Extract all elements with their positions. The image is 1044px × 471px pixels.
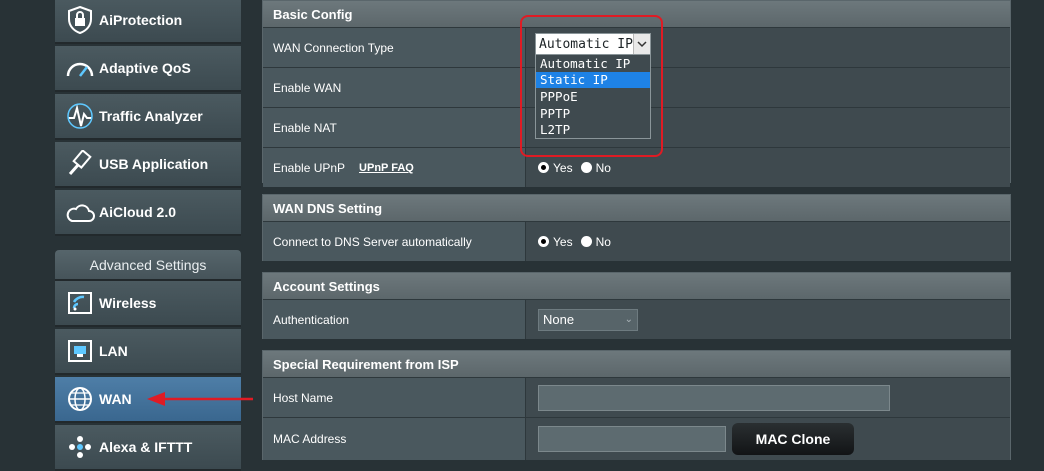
mac-address-row: MAC Address MAC Clone	[263, 417, 1010, 460]
upnp-faq-link[interactable]: UPnP FAQ	[359, 162, 414, 174]
annotation-arrow	[147, 392, 253, 406]
field-label: Enable WAN	[263, 68, 526, 107]
sidebar-item-label: WAN	[99, 391, 132, 407]
sidebar-item-label: AiCloud 2.0	[99, 204, 177, 220]
wan-dns-panel: WAN DNS Setting Connect to DNS Server au…	[262, 194, 1011, 261]
sidebar-item-alexa-ifttt[interactable]: Alexa & IFTTT	[55, 425, 241, 471]
sidebar-item-aiprotection[interactable]: AiProtection	[55, 0, 241, 44]
sidebar-item-traffic-analyzer[interactable]: Traffic Analyzer	[55, 94, 241, 140]
sidebar-item-usb-application[interactable]: USB Application	[55, 142, 241, 188]
isp-requirement-panel: Special Requirement from ISP Host Name M…	[262, 350, 1011, 460]
dns-yes-radio[interactable]: Yes	[538, 235, 573, 249]
host-name-input[interactable]	[538, 384, 890, 411]
speedometer-icon	[63, 53, 97, 83]
wifi-icon	[63, 288, 97, 318]
annotation-highlight-box	[520, 15, 663, 157]
mac-clone-button[interactable]: MAC Clone	[732, 423, 854, 455]
alexa-icon	[63, 432, 97, 462]
authentication-row: Authentication None ⌄	[263, 299, 1010, 339]
sidebar-item-label: Traffic Analyzer	[99, 108, 203, 124]
sidebar-item-lan[interactable]: LAN	[55, 329, 241, 375]
dns-auto-row: Connect to DNS Server automatically Yes …	[263, 221, 1010, 261]
lock-shield-icon	[63, 5, 97, 35]
field-label: Authentication	[263, 300, 526, 339]
sidebar-item-label: AiProtection	[99, 12, 183, 28]
dns-no-radio[interactable]: No	[580, 235, 611, 249]
sidebar-item-label: Wireless	[99, 295, 157, 311]
field-label: MAC Address	[263, 418, 526, 460]
field-label: Connect to DNS Server automatically	[263, 222, 526, 261]
field-label: WAN Connection Type	[263, 28, 526, 67]
upnp-no-radio[interactable]: No	[580, 161, 611, 175]
chevron-down-icon: ⌄	[624, 314, 633, 325]
sidebar-item-label: Adaptive QoS	[99, 60, 191, 76]
authentication-select[interactable]: None ⌄	[538, 308, 638, 331]
account-settings-panel: Account Settings Authentication None ⌄	[262, 272, 1011, 339]
mac-address-input[interactable]	[538, 426, 726, 452]
panel-title: WAN DNS Setting	[263, 195, 1010, 221]
panel-title: Special Requirement from ISP	[263, 351, 1010, 377]
sidebar-item-label: Alexa & IFTTT	[99, 439, 193, 455]
field-label: Host Name	[263, 378, 526, 417]
field-label: Enable NAT	[263, 108, 526, 147]
host-name-row: Host Name	[263, 377, 1010, 417]
field-label: Enable UPnP	[273, 160, 346, 175]
panel-title: Account Settings	[263, 273, 1010, 299]
lan-icon	[63, 336, 97, 366]
sidebar-item-wireless[interactable]: Wireless	[55, 281, 241, 327]
upnp-yes-radio[interactable]: Yes	[538, 161, 573, 175]
sidebar-item-label: USB Application	[99, 156, 209, 172]
usb-icon	[63, 149, 97, 179]
globe-icon	[63, 384, 97, 414]
cloud-icon	[63, 197, 97, 227]
sidebar-item-aicloud[interactable]: AiCloud 2.0	[55, 190, 241, 236]
traffic-analyzer-icon	[63, 101, 97, 131]
sidebar-item-label: LAN	[99, 343, 128, 359]
sidebar-item-adaptive-qos[interactable]: Adaptive QoS	[55, 46, 241, 92]
scrollbar-track[interactable]	[1021, 0, 1044, 456]
advanced-settings-header: Advanced Settings	[55, 250, 241, 281]
